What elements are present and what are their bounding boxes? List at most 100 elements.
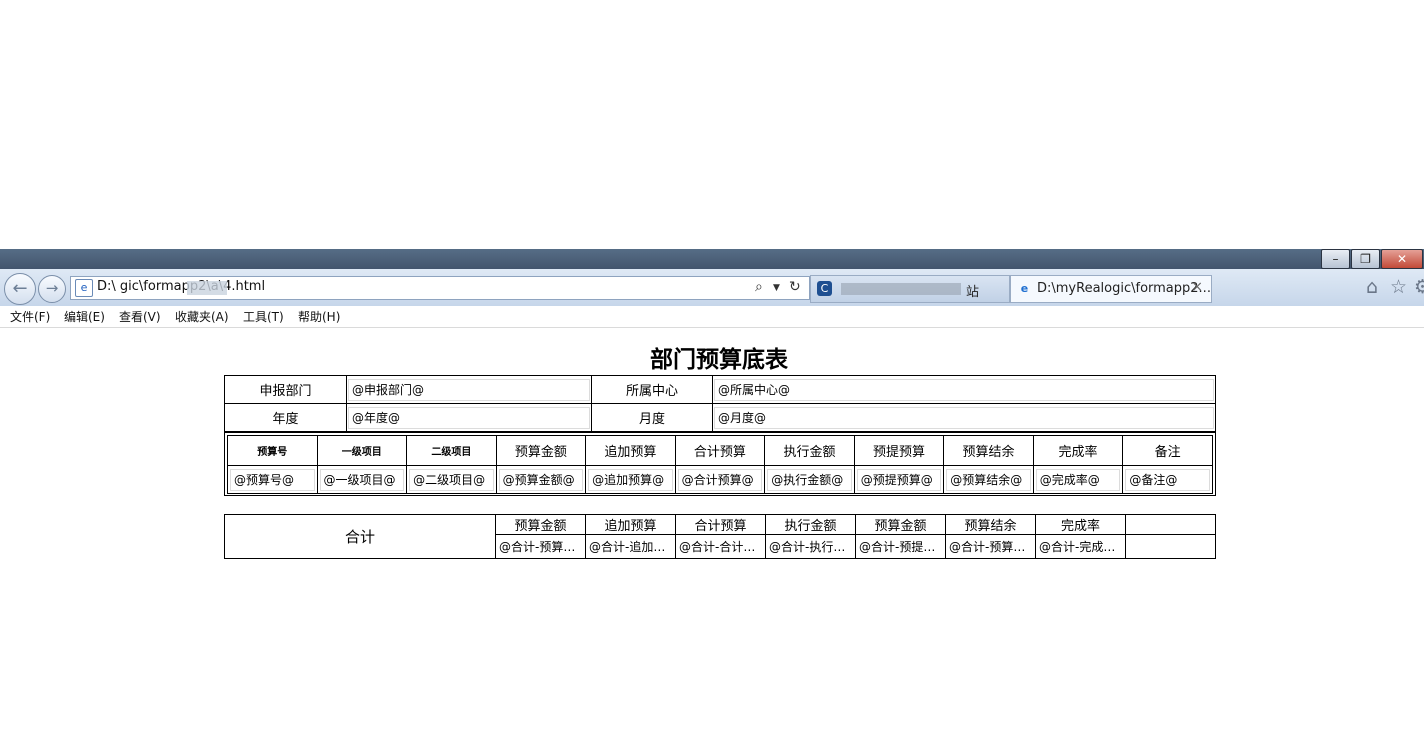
dropdown-icon[interactable]: ▼ (773, 283, 780, 293)
level2-item-field[interactable]: @二级项目@ (409, 468, 494, 491)
col-header (1125, 514, 1216, 535)
month-label: 月度 (591, 403, 713, 432)
totals-table: 合计 预算金额 追加预算 合计预算 执行金额 预算金额 预算结余 完成率 @合计… (224, 514, 1216, 559)
menu-help[interactable]: 帮助(H) (298, 308, 340, 325)
table-row: 申报部门 @申报部门@ 所属中心 @所属中心@ (224, 375, 1216, 404)
menu-bar: 文件(F) 编辑(E) 查看(V) 收藏夹(A) 工具(T) 帮助(H) (0, 306, 1424, 328)
col-header: 预算结余 (943, 435, 1034, 466)
col-header: 预算金额 (495, 435, 587, 466)
table-row: 年度 @年度@ 月度 @月度@ (224, 403, 1216, 432)
table-cell: @二级项目@ (406, 465, 497, 494)
col-header: 追加预算 (585, 514, 676, 535)
table-cell: @备注@ (1122, 465, 1213, 494)
center-label: 所属中心 (591, 375, 713, 404)
back-icon[interactable]: ← (4, 273, 36, 305)
budget-balance-field[interactable]: @预算结余@ (946, 468, 1031, 491)
col-header: 执行金额 (764, 435, 855, 466)
navigation-bar: ← → e D:\ gic\formapp2\a\4.html ⌕ ▼ ↻ C … (0, 269, 1424, 307)
col-header: 合计预算 (675, 514, 766, 535)
detail-table: 预算号 一级项目 二级项目 预算金额 追加预算 合计预算 执行金额 预提预算 预… (227, 435, 1213, 494)
col-header: 预算金额 (855, 514, 946, 535)
detail-header-row: 预算号 一级项目 二级项目 预算金额 追加预算 合计预算 执行金额 预提预算 预… (227, 435, 1213, 466)
total-budget-field[interactable]: @合计预算@ (677, 468, 763, 491)
tab-redaction (841, 283, 961, 295)
ie-icon: e (1020, 282, 1029, 295)
address-bar[interactable]: e D:\ gic\formapp2\a\4.html ⌕ ▼ ↻ (70, 276, 810, 300)
refresh-icon[interactable]: ↻ (789, 279, 801, 295)
col-header: 完成率 (1035, 514, 1126, 535)
col-header: 预提预算 (853, 435, 945, 466)
detail-table-frame: 预算号 一级项目 二级项目 预算金额 追加预算 合计预算 执行金额 预提预算 预… (224, 432, 1216, 496)
month-cell: @月度@ (712, 403, 1216, 432)
dept-cell: @申报部门@ (346, 375, 592, 404)
header-table: 申报部门 @申报部门@ 所属中心 @所属中心@ 年度 @年度@ 月度 @月度@ (224, 375, 1216, 432)
col-header: 追加预算 (585, 435, 676, 466)
col-header: 预算号 (227, 435, 318, 466)
total-cell: @合计-预算… (945, 534, 1036, 559)
table-cell: @合计预算@ (674, 465, 766, 494)
menu-tools[interactable]: 工具(T) (243, 308, 284, 325)
tab-close-icon[interactable]: × (1191, 279, 1203, 295)
col-header: 执行金额 (765, 514, 856, 535)
favorites-star-icon[interactable]: ☆ (1390, 276, 1407, 298)
close-icon[interactable]: ✕ (1381, 249, 1423, 269)
window-controls: – ❐ ✕ (1321, 249, 1424, 269)
tab-active[interactable]: e D:\myRealogic\formapp2... × (1010, 275, 1212, 303)
year-field[interactable]: @年度@ (348, 406, 590, 429)
year-label: 年度 (224, 403, 347, 432)
restore-icon[interactable]: ❐ (1351, 249, 1380, 269)
completion-rate-field[interactable]: @完成率@ (1035, 468, 1121, 491)
table-cell: @完成率@ (1032, 465, 1124, 494)
col-header: 完成率 (1032, 435, 1124, 466)
dept-label: 申报部门 (224, 375, 347, 404)
col-header: 预算结余 (945, 514, 1036, 535)
center-cell: @所属中心@ (712, 375, 1216, 404)
address-text: D:\ gic\formapp2\a\4.html (97, 279, 266, 294)
search-icon[interactable]: ⌕ (755, 279, 763, 295)
col-header: 二级项目 (406, 435, 497, 466)
home-icon[interactable]: ⌂ (1366, 276, 1378, 298)
total-label: 合计 (224, 514, 496, 559)
menu-edit[interactable]: 编辑(E) (64, 308, 105, 325)
level1-item-field[interactable]: @一级项目@ (319, 468, 405, 491)
remarks-field[interactable]: @备注@ (1125, 468, 1210, 491)
dept-field[interactable]: @申报部门@ (348, 378, 590, 401)
col-header: 合计预算 (674, 435, 766, 466)
total-cell: @合计-合计… (675, 534, 766, 559)
total-cell: @合计-完成… (1035, 534, 1126, 559)
detail-value-row: @预算号@ @一级项目@ @二级项目@ @预算金额@ @追加预算@ @合计预算@… (227, 465, 1213, 494)
budget-amount-field[interactable]: @预算金额@ (498, 468, 584, 491)
total-cell: @合计-执行… (765, 534, 856, 559)
table-cell: @一级项目@ (316, 465, 408, 494)
budget-no-field[interactable]: @预算号@ (230, 468, 315, 491)
tab-label: D:\myRealogic\formapp2... (1037, 281, 1211, 296)
page-title: 部门预算底表 (650, 347, 788, 373)
total-cell: @合计-预算… (495, 534, 586, 559)
minimize-icon[interactable]: – (1321, 249, 1350, 269)
site-icon: C (817, 281, 832, 296)
col-header: 预算金额 (495, 514, 586, 535)
month-field[interactable]: @月度@ (714, 406, 1214, 429)
col-header: 备注 (1122, 435, 1213, 466)
year-cell: @年度@ (346, 403, 592, 432)
additional-budget-field[interactable]: @追加预算@ (588, 468, 673, 491)
executed-amount-field[interactable]: @执行金额@ (767, 468, 852, 491)
total-cell (1125, 534, 1216, 559)
table-cell: @追加预算@ (585, 465, 676, 494)
center-field[interactable]: @所属中心@ (714, 378, 1214, 401)
forward-icon[interactable]: → (38, 275, 66, 303)
ie-page-icon: e (75, 279, 93, 297)
menu-favorites[interactable]: 收藏夹(A) (175, 308, 229, 325)
total-cell: @合计-预提… (855, 534, 946, 559)
menu-view[interactable]: 查看(V) (119, 308, 161, 325)
menu-file[interactable]: 文件(F) (10, 308, 50, 325)
total-cell: @合计-追加… (585, 534, 676, 559)
address-redaction (187, 281, 227, 295)
tab-other[interactable]: C 站 (810, 275, 1010, 303)
table-cell: @预算金额@ (495, 465, 587, 494)
settings-gear-icon[interactable]: ⚙ (1414, 276, 1424, 298)
accrued-budget-field[interactable]: @预提预算@ (856, 468, 942, 491)
table-cell: @执行金额@ (764, 465, 855, 494)
tab-label: 站 (966, 285, 980, 300)
totals-header-row: 合计 预算金额 追加预算 合计预算 执行金额 预算金额 预算结余 完成率 (224, 514, 1216, 559)
